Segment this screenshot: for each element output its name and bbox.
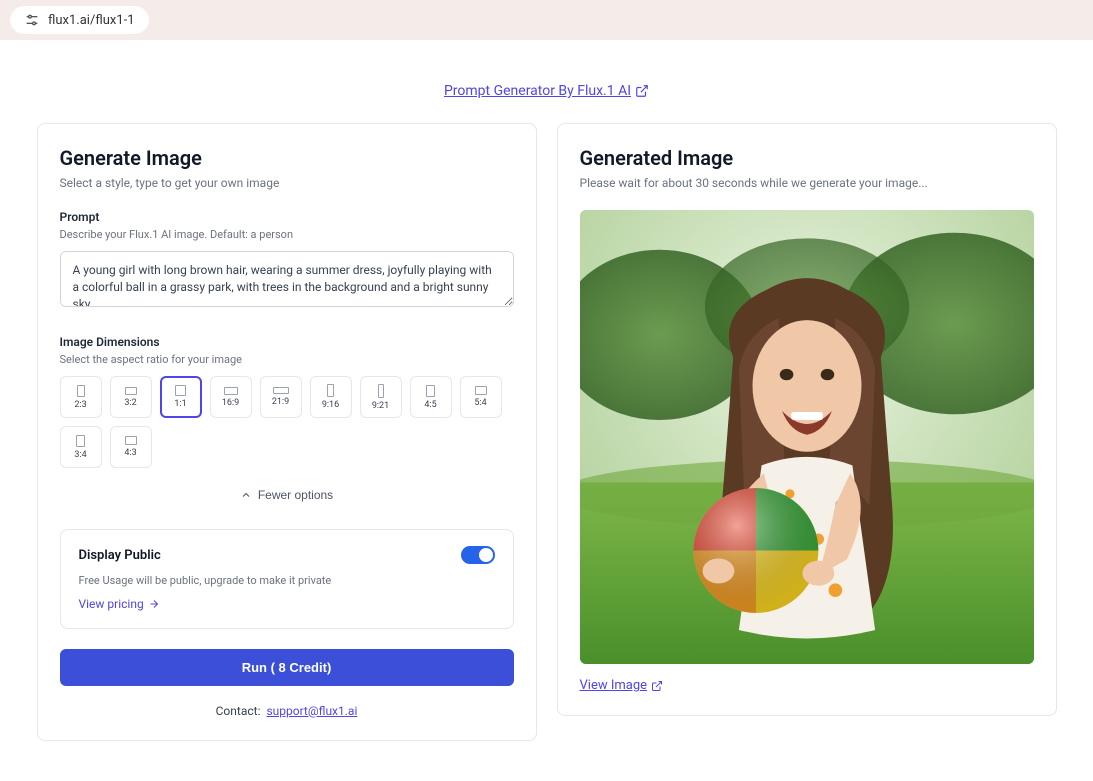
generate-image-card: Generate Image Select a style, type to g…: [37, 123, 537, 741]
chevron-up-icon: [240, 489, 252, 501]
site-settings-icon[interactable]: [24, 12, 40, 28]
ratio-tile-21-9[interactable]: 21:9: [260, 376, 302, 418]
fewer-options-button[interactable]: Fewer options: [240, 488, 333, 502]
ratio-label: 16:9: [222, 398, 239, 408]
display-public-panel: Display Public Free Usage will be public…: [60, 529, 514, 629]
external-link-icon: [651, 680, 663, 692]
ratio-shape-icon: [378, 384, 384, 398]
ratio-shape-icon: [125, 387, 137, 395]
ratio-tile-9-16[interactable]: 9:16: [310, 376, 352, 418]
run-button[interactable]: Run ( 8 Credit): [60, 649, 514, 686]
generated-image-card: Generated Image Please wait for about 30…: [557, 123, 1057, 716]
ratio-tile-5-4[interactable]: 5:4: [460, 376, 502, 418]
url-text: flux1.ai/flux1-1: [48, 13, 135, 28]
ratio-tile-4-3[interactable]: 4:3: [110, 426, 152, 468]
ratio-shape-icon: [224, 387, 238, 395]
ratio-label: 5:4: [474, 398, 486, 408]
ratio-tile-9-21[interactable]: 9:21: [360, 376, 402, 418]
browser-url-bar: flux1.ai/flux1-1: [0, 0, 1093, 40]
prompt-input[interactable]: [60, 251, 514, 307]
display-public-toggle[interactable]: [461, 546, 495, 564]
external-link-icon: [635, 84, 649, 98]
generate-title: Generate Image: [60, 146, 514, 170]
generated-title: Generated Image: [580, 146, 1034, 170]
ratio-tile-4-5[interactable]: 4:5: [410, 376, 452, 418]
ratio-tile-16-9[interactable]: 16:9: [210, 376, 252, 418]
view-pricing-link[interactable]: View pricing: [79, 597, 160, 611]
prompt-generator-link[interactable]: Prompt Generator By Flux.1 AI: [444, 83, 649, 99]
ratio-shape-icon: [76, 435, 85, 447]
prompt-label: Prompt: [60, 210, 514, 224]
ratio-shape-icon: [475, 386, 487, 395]
ratio-label: 4:5: [424, 400, 436, 410]
dimensions-hint: Select the aspect ratio for your image: [60, 353, 514, 366]
ratio-tile-3-2[interactable]: 3:2: [110, 376, 152, 418]
generated-wait-note: Please wait for about 30 seconds while w…: [580, 176, 1034, 190]
ratio-label: 3:2: [124, 398, 136, 408]
generated-image: [580, 210, 1034, 664]
url-pill[interactable]: flux1.ai/flux1-1: [10, 6, 149, 34]
ratio-shape-icon: [426, 385, 435, 397]
ratio-tile-2-3[interactable]: 2:3: [60, 376, 102, 418]
arrow-right-icon: [148, 598, 160, 610]
ratio-shape-icon: [273, 387, 289, 394]
contact-line: Contact: support@flux1.ai: [60, 704, 514, 718]
ratio-label: 3:4: [74, 450, 86, 460]
ratio-label: 9:21: [372, 401, 389, 411]
contact-email-link[interactable]: support@flux1.ai: [266, 704, 357, 718]
ratio-label: 21:9: [272, 397, 289, 407]
ratio-label: 9:16: [322, 400, 339, 410]
ratio-grid: 2:3 3:2 1:1 16:9 21:9 9:16 9:21 4:5 5:4 3:4 4:3: [60, 376, 514, 468]
ratio-shape-icon: [77, 385, 85, 397]
prompt-hint: Describe your Flux.1 AI image. Default: …: [60, 228, 514, 241]
ratio-shape-icon: [125, 436, 137, 445]
view-image-link[interactable]: View Image: [580, 678, 664, 693]
ratio-label: 4:3: [124, 448, 136, 458]
ratio-shape-icon: [175, 385, 186, 396]
ratio-tile-3-4[interactable]: 3:4: [60, 426, 102, 468]
ratio-label: 1:1: [174, 399, 186, 409]
generate-subtitle: Select a style, type to get your own ima…: [60, 176, 514, 190]
ratio-shape-icon: [327, 384, 334, 397]
dimensions-label: Image Dimensions: [60, 335, 514, 349]
display-public-note: Free Usage will be public, upgrade to ma…: [79, 574, 495, 587]
display-public-title: Display Public: [79, 548, 161, 563]
ratio-label: 2:3: [74, 400, 86, 410]
ratio-tile-1-1[interactable]: 1:1: [160, 376, 202, 418]
